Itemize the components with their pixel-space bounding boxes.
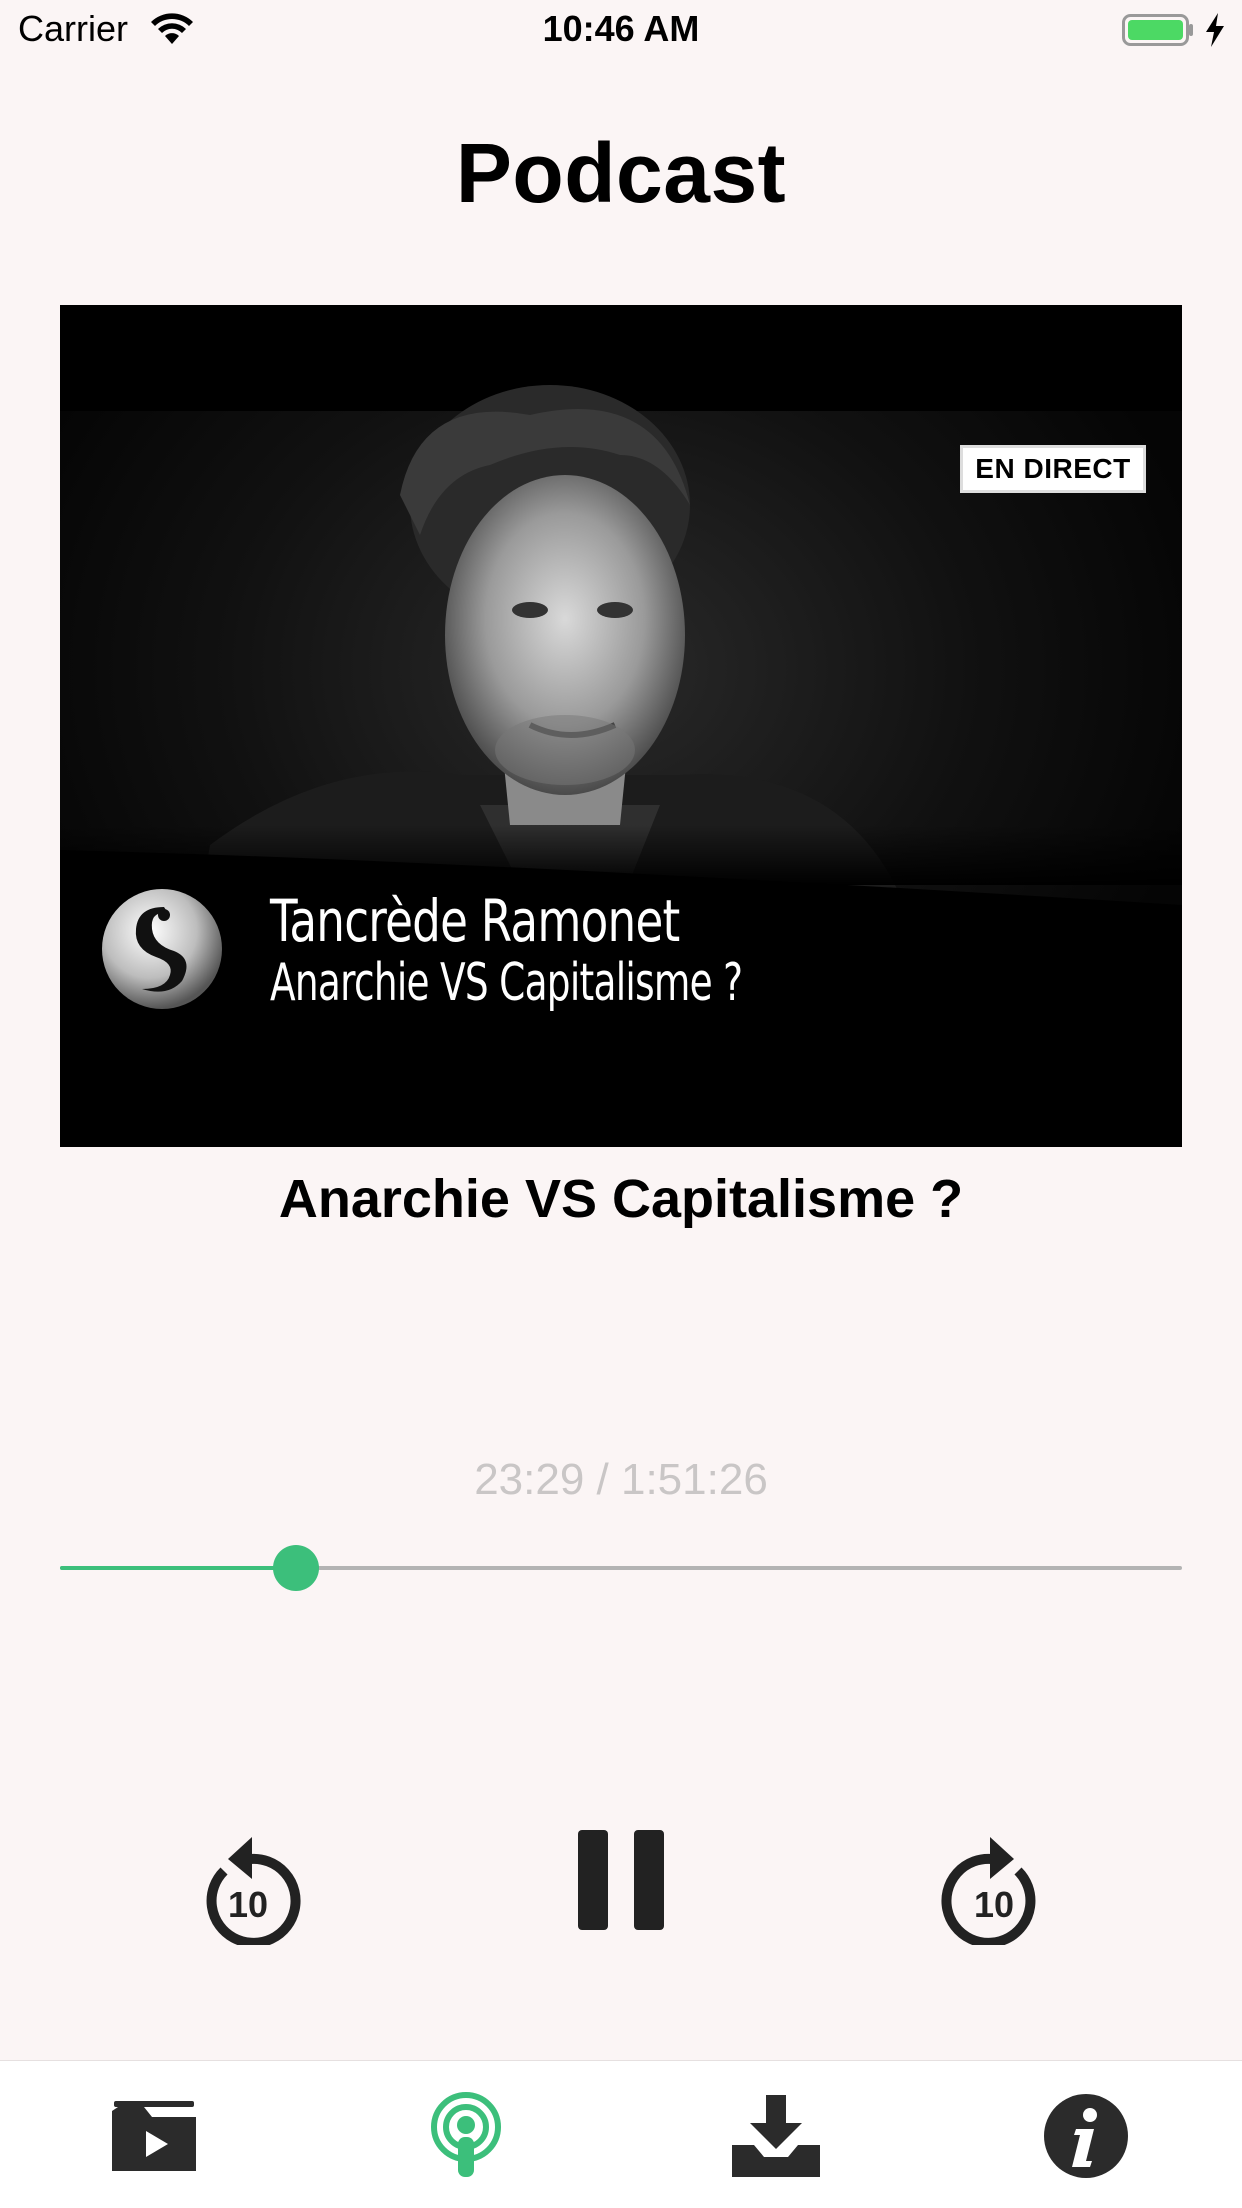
tab-podcast[interactable]: [416, 2091, 516, 2181]
pause-icon: [578, 1830, 664, 1930]
slider-fill: [60, 1566, 297, 1570]
forward-10-button[interactable]: 10: [934, 1815, 1054, 1948]
progress-slider[interactable]: [60, 1545, 1182, 1591]
slider-thumb[interactable]: [273, 1545, 320, 1591]
podcast-icon: [431, 2092, 501, 2177]
rewind-10-label: 10: [228, 1884, 268, 1925]
video-folder-icon: [112, 2101, 196, 2171]
swan-logo: [102, 889, 222, 1009]
forward-10-label: 10: [974, 1884, 1014, 1925]
status-time: 10:46 AM: [542, 8, 700, 49]
rewind-10-button[interactable]: 10: [188, 1815, 308, 1948]
tab-downloads[interactable]: [726, 2091, 826, 2181]
tab-videos[interactable]: [104, 2091, 204, 2181]
tab-info[interactable]: [1036, 2091, 1136, 2181]
episode-title: Anarchie VS Capitalisme ?: [278, 1169, 964, 1229]
podcast-player-screen: Carrier 10:46 AM Podcast EN DIRECT Tancr…: [0, 0, 1242, 2208]
tab-bar: [0, 2060, 1242, 2208]
page-title: Podcast: [455, 126, 787, 220]
download-icon: [732, 2095, 820, 2177]
pause-button[interactable]: [560, 1815, 682, 1945]
thumbnail-subtitle: Anarchie VS Capitalisme ?: [270, 953, 743, 1013]
rewind-10-icon: 10: [206, 1837, 301, 1948]
time-readout: 23:29 / 1:51:26: [474, 1455, 768, 1504]
charging-bolt-icon: [1206, 13, 1224, 47]
episode-thumbnail: EN DIRECT Tancrède Ramonet Anarchie VS C…: [60, 305, 1182, 1147]
live-badge: EN DIRECT: [960, 445, 1146, 493]
forward-10-icon: 10: [941, 1837, 1036, 1948]
battery-icon: [1122, 14, 1193, 46]
thumbnail-guest-name: Tancrède Ramonet: [270, 887, 680, 955]
status-bar: Carrier 10:46 AM: [0, 0, 1242, 60]
guest-portrait: [60, 385, 1182, 1147]
info-icon: [1044, 2094, 1128, 2178]
